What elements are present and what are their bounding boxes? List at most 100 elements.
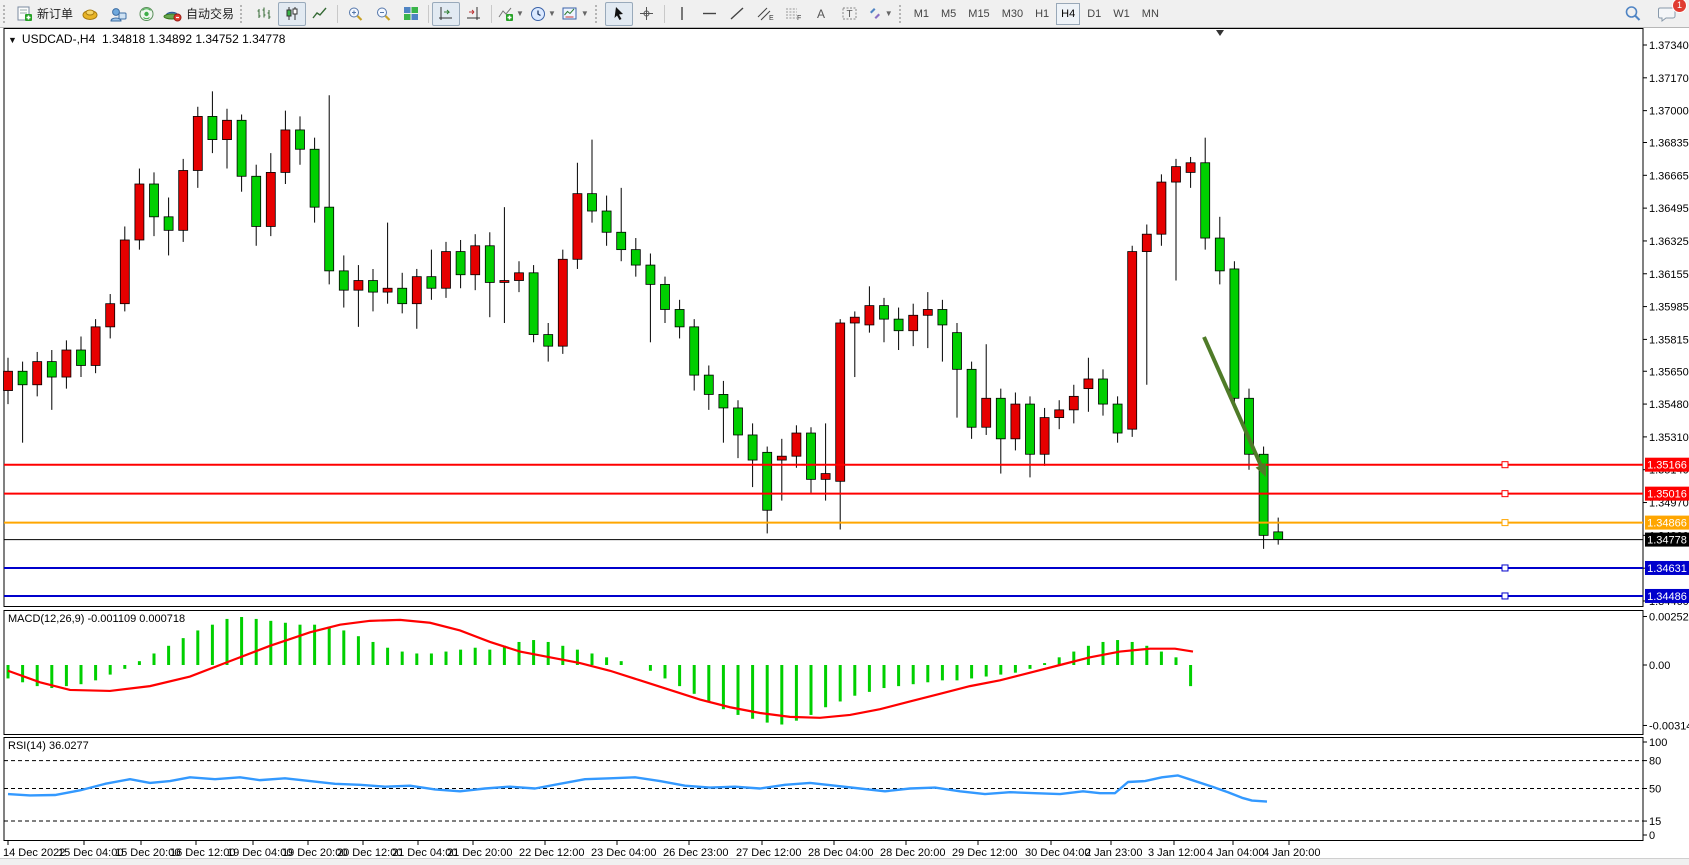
arrows-icon (867, 6, 883, 21)
bar-chart-button[interactable] (250, 2, 278, 26)
notifications-button[interactable]: 1 (1653, 2, 1681, 26)
collapse-triangle-icon[interactable]: ▼ (8, 35, 17, 45)
rsi-axis-label: 100 (1649, 737, 1667, 749)
timeframe-button-d1[interactable]: D1 (1082, 3, 1106, 25)
rsi-axis-label: 50 (1649, 784, 1661, 796)
hline-price-chip-label: 1.35016 (1647, 489, 1687, 501)
channel-button[interactable]: E (752, 2, 780, 26)
candle-body (777, 456, 786, 460)
candle-body (880, 306, 889, 320)
candle-body (150, 184, 159, 217)
candle-body (938, 309, 947, 324)
zoom-in-button[interactable] (341, 2, 369, 26)
price-axis-tick-label: 1.36155 (1649, 269, 1689, 281)
tile-windows-button[interactable] (397, 2, 425, 26)
search-icon (1624, 5, 1642, 22)
candle-body (1274, 532, 1283, 540)
arrows-button[interactable]: ▼ (864, 2, 896, 26)
dropdown-arrow-icon: ▼ (516, 9, 524, 18)
toolbar-separator (428, 5, 429, 23)
candle-body (690, 327, 699, 375)
timeframe-button-h4[interactable]: H4 (1056, 3, 1080, 25)
crosshair-button[interactable] (633, 2, 661, 26)
timeframe-button-h1[interactable]: H1 (1030, 3, 1054, 25)
horizontal-line-button[interactable] (696, 2, 724, 26)
macd-axis-label: 0.002527 (1649, 611, 1689, 623)
autoscroll-button[interactable] (432, 2, 460, 26)
candle-body (237, 120, 246, 176)
timeframe-button-w1[interactable]: W1 (1108, 3, 1135, 25)
candle-body (1084, 379, 1093, 389)
timeframe-button-m5[interactable]: M5 (936, 3, 961, 25)
new-order-button[interactable]: 新订单 (13, 2, 76, 26)
toolbar-grip[interactable] (899, 5, 906, 23)
mt4-terminal: 新订单 (0, 0, 1689, 865)
time-axis-label: 15 Dec 04:00 (58, 847, 123, 858)
text-label-button[interactable]: T (836, 2, 864, 26)
macd-plot-border (4, 611, 1643, 735)
candle-body (1128, 252, 1137, 430)
candle-body (807, 433, 816, 479)
line-chart-button[interactable] (306, 2, 334, 26)
channel-icon: E (757, 6, 774, 21)
candle-chart-button[interactable] (278, 2, 306, 26)
hline-handle[interactable] (1502, 520, 1508, 526)
hline-handle[interactable] (1502, 462, 1508, 468)
candle-body (631, 250, 640, 265)
chart-shift-button[interactable] (460, 2, 488, 26)
candle-body (485, 246, 494, 283)
templates-icon (562, 6, 579, 21)
vertical-line-icon (676, 6, 688, 21)
period-button[interactable]: ▼ (527, 2, 559, 26)
price-chart-canvas[interactable]: 1.373401.371701.370001.368351.366651.364… (0, 28, 1689, 858)
community-icon (109, 6, 127, 22)
signal-button[interactable] (132, 2, 160, 26)
candle-body (719, 394, 728, 408)
zoom-out-button[interactable] (369, 2, 397, 26)
gold-button[interactable] (76, 2, 104, 26)
candle-body (4, 371, 13, 390)
candle-body (62, 350, 71, 377)
price-axis-tick-label: 1.36835 (1649, 137, 1689, 149)
candle-body (602, 211, 611, 232)
candle-body (967, 369, 976, 427)
autotrade-button[interactable]: 自动交易 (160, 2, 237, 26)
candle-body (252, 176, 261, 226)
timeframe-button-m15[interactable]: M15 (963, 3, 994, 25)
timeframe-button-mn[interactable]: MN (1137, 3, 1164, 25)
chart-window: ▼USDCAD-,H4 1.34818 1.34892 1.34752 1.34… (0, 28, 1689, 858)
notification-badge: 1 (1672, 0, 1687, 13)
community-button[interactable] (104, 2, 132, 26)
fibonacci-button[interactable]: F (780, 2, 808, 26)
time-axis-label: 14 Dec 2022 (3, 847, 65, 858)
vertical-line-button[interactable] (668, 2, 696, 26)
rsi-indicator-label: RSI(14) 36.0277 (8, 740, 89, 752)
candle-body (792, 433, 801, 456)
hline-handle[interactable] (1502, 593, 1508, 599)
candle-body (661, 284, 670, 309)
toolbar-grip[interactable] (595, 5, 602, 23)
hline-handle[interactable] (1502, 491, 1508, 497)
dropdown-arrow-icon: ▼ (581, 9, 589, 18)
indicators-button[interactable]: ▼ (495, 2, 527, 26)
candle-body (1172, 167, 1181, 182)
price-axis-tick-label: 1.37170 (1649, 73, 1689, 85)
toolbar-grip[interactable] (240, 5, 247, 23)
templates-button[interactable]: ▼ (559, 2, 592, 26)
search-button[interactable] (1619, 2, 1647, 26)
candle-body (996, 398, 1005, 439)
trendline-button[interactable] (724, 2, 752, 26)
hline-price-chip-label: 1.34631 (1647, 563, 1687, 575)
text-button[interactable]: A (808, 2, 836, 26)
candle-body (412, 277, 421, 304)
time-axis-label: 2 Jan 23:00 (1085, 847, 1143, 858)
timeframe-button-m1[interactable]: M1 (909, 3, 934, 25)
candle-body (1215, 238, 1224, 271)
candle-body (1040, 418, 1049, 455)
timeframe-button-m30[interactable]: M30 (997, 3, 1028, 25)
macd-axis-label: -0.003149 (1649, 720, 1689, 732)
cursor-button[interactable] (605, 2, 633, 26)
candle-body (296, 130, 305, 149)
toolbar-grip[interactable] (3, 5, 10, 23)
hline-handle[interactable] (1502, 565, 1508, 571)
